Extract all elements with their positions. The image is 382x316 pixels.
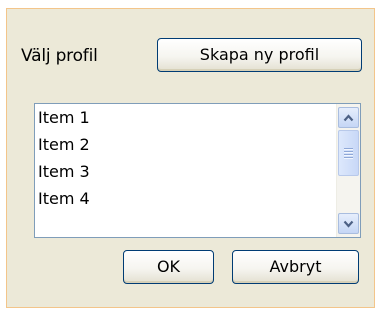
profile-listbox[interactable]: Item 1 Item 2 Item 3 Item 4	[34, 103, 361, 238]
scroll-up-button[interactable]	[338, 107, 359, 128]
ok-button[interactable]: OK	[123, 250, 214, 284]
create-profile-button[interactable]: Skapa ny profil	[157, 38, 362, 72]
profile-label: Välj profil	[21, 46, 98, 66]
list-items: Item 1 Item 2 Item 3 Item 4	[35, 104, 336, 237]
vertical-scrollbar[interactable]	[336, 104, 360, 237]
list-item[interactable]: Item 1	[35, 104, 336, 131]
scroll-thumb[interactable]	[338, 130, 359, 176]
profile-dialog: Välj profil Skapa ny profil Item 1 Item …	[6, 8, 375, 308]
list-item[interactable]: Item 3	[35, 158, 336, 185]
list-item[interactable]: Item 4	[35, 185, 336, 212]
chevron-up-icon	[343, 113, 354, 121]
scroll-down-button[interactable]	[338, 213, 359, 234]
chevron-down-icon	[343, 220, 354, 228]
grip-icon	[344, 146, 353, 160]
list-item[interactable]: Item 2	[35, 131, 336, 158]
cancel-button[interactable]: Avbryt	[232, 250, 359, 284]
